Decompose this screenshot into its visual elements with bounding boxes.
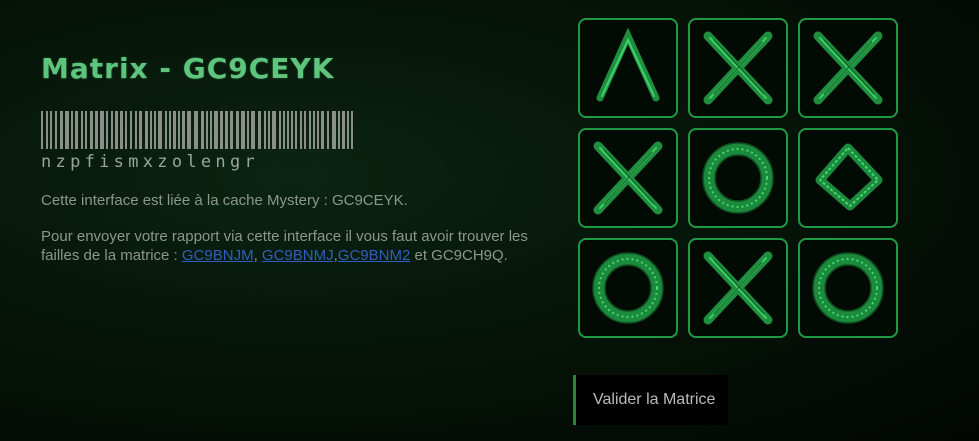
matrix-cell-9[interactable] [798, 238, 898, 338]
cross-icon [703, 31, 773, 105]
barcode-text: nzpfismxzolengr [41, 152, 260, 172]
caret-icon [596, 27, 660, 102]
matrix-cell-1[interactable] [578, 18, 678, 118]
diamond-icon [815, 143, 883, 211]
page-title: Matrix - GC9CEYK [41, 52, 335, 85]
validate-matrix-button[interactable]: Valider la Matrice [573, 375, 728, 425]
circle-icon [702, 142, 774, 214]
link-gc9bnm2[interactable]: GC9BNM2 [338, 247, 411, 264]
instructions-suffix: et GC9CH9Q. [410, 247, 508, 264]
matrix-cell-7[interactable] [578, 238, 678, 338]
matrix-cell-3[interactable] [798, 18, 898, 118]
circle-icon [592, 252, 664, 324]
matrix-grid [578, 18, 898, 338]
instructions-text: Pour envoyer votre rapport via cette int… [41, 227, 551, 265]
matrix-cell-8[interactable] [688, 238, 788, 338]
cross-icon [813, 31, 883, 105]
cross-icon [703, 251, 773, 325]
matrix-cell-6[interactable] [798, 128, 898, 228]
matrix-cell-2[interactable] [688, 18, 788, 118]
cache-info-text: Cette interface est liée à la cache Myst… [41, 192, 408, 209]
matrix-cell-4[interactable] [578, 128, 678, 228]
barcode-image [41, 111, 353, 149]
circle-icon [812, 252, 884, 324]
link-gc9bnjm[interactable]: GC9BNJM [182, 247, 254, 264]
matrix-cell-5[interactable] [688, 128, 788, 228]
cross-icon [593, 141, 663, 215]
link-gc9bnmj[interactable]: GC9BNMJ [262, 247, 334, 264]
separator: , [253, 247, 262, 264]
